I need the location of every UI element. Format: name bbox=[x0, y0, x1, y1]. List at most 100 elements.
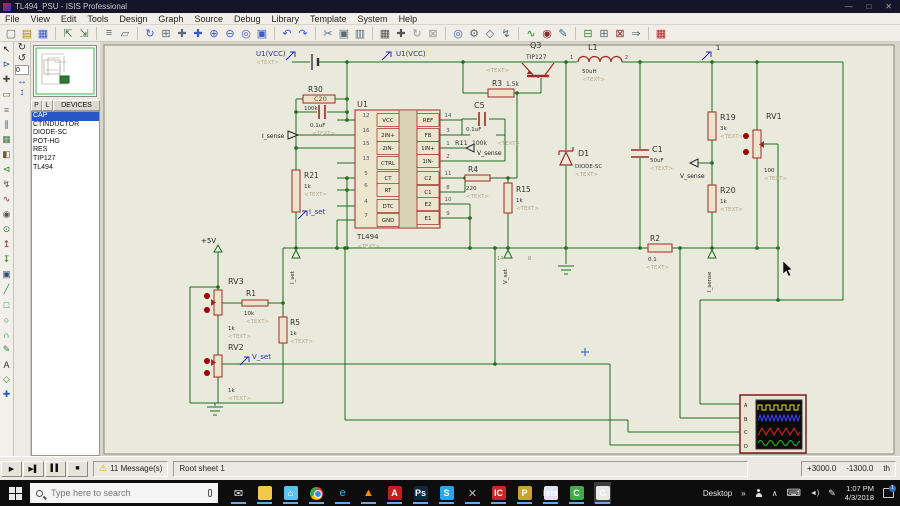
mail-icon[interactable]: ✉ bbox=[230, 482, 247, 504]
rotate-anticlockwise-icon[interactable]: ↺ bbox=[18, 53, 26, 64]
photoshop-icon[interactable]: Ps bbox=[412, 482, 429, 504]
device-pin-icon[interactable]: ↯ bbox=[0, 177, 13, 192]
generator-icon[interactable]: ⊙ bbox=[0, 222, 13, 237]
cut-icon[interactable]: ✂ bbox=[320, 26, 336, 41]
false-origin-icon[interactable]: ✚ bbox=[174, 26, 190, 41]
2d-arc-icon[interactable]: ∩ bbox=[0, 327, 13, 342]
device-list-item[interactable]: POT-HG bbox=[32, 138, 99, 147]
menu-item[interactable]: View bbox=[31, 14, 50, 24]
import-section-icon[interactable]: ⇱ bbox=[60, 26, 76, 41]
start-button[interactable] bbox=[0, 480, 30, 506]
people-icon[interactable] bbox=[755, 489, 763, 497]
mirror-vertical-icon[interactable]: ↕ bbox=[20, 87, 25, 98]
hidden-icons-chevron[interactable]: ∧ bbox=[772, 489, 778, 498]
wire-autorouter-icon[interactable]: ∿ bbox=[523, 26, 539, 41]
buses-icon[interactable]: ∥ bbox=[0, 117, 13, 132]
tape-recorder-icon[interactable]: ◉ bbox=[0, 207, 13, 222]
menu-item[interactable]: Edit bbox=[61, 14, 77, 24]
toolbar-overflow-icon[interactable]: » bbox=[741, 489, 745, 498]
make-device-icon[interactable]: ⚙ bbox=[466, 26, 482, 41]
mirror-horizontal-icon[interactable]: ↔ bbox=[17, 76, 27, 87]
menu-item[interactable]: Tools bbox=[87, 14, 108, 24]
device-list-item[interactable]: DIODE-SC bbox=[32, 129, 99, 138]
current-probe-icon[interactable]: ↧ bbox=[0, 252, 13, 267]
toggle-grid-icon[interactable]: ⊞ bbox=[158, 26, 174, 41]
2d-marker-icon[interactable]: ✚ bbox=[0, 387, 13, 402]
chrome-icon[interactable] bbox=[308, 482, 325, 504]
acrobat-icon[interactable]: A bbox=[386, 482, 403, 504]
menu-item[interactable]: Graph bbox=[158, 14, 183, 24]
search-tag-icon[interactable]: ◉ bbox=[539, 26, 555, 41]
2d-box-icon[interactable]: □ bbox=[0, 297, 13, 312]
device-icon[interactable]: ◧ bbox=[0, 147, 13, 162]
block-move-icon[interactable]: ✚ bbox=[393, 26, 409, 41]
zoom-in-icon[interactable]: ⊕ bbox=[206, 26, 222, 41]
block-delete-icon[interactable]: ⊠ bbox=[425, 26, 441, 41]
maximize-button[interactable]: □ bbox=[866, 2, 871, 11]
selection-mode-icon[interactable]: ↖ bbox=[0, 42, 13, 57]
pen-icon[interactable]: ✎ bbox=[828, 488, 836, 499]
copy-icon[interactable]: ▣ bbox=[336, 26, 352, 41]
undo-icon[interactable]: ↶ bbox=[279, 26, 295, 41]
2d-text-icon[interactable]: A bbox=[0, 357, 13, 372]
packaging-tool-icon[interactable]: ◇ bbox=[482, 26, 498, 41]
menu-item[interactable]: Source bbox=[194, 14, 223, 24]
pause-button[interactable]: ▌▌ bbox=[45, 460, 66, 477]
mark-output-area-icon[interactable]: ▱ bbox=[117, 26, 133, 41]
block-copy-icon[interactable]: ▦ bbox=[377, 26, 393, 41]
menu-item[interactable]: Template bbox=[310, 14, 347, 24]
menu-item[interactable]: System bbox=[358, 14, 388, 24]
text-script-icon[interactable]: ≡ bbox=[0, 102, 13, 117]
decompose-icon[interactable]: ↯ bbox=[498, 26, 514, 41]
redraw-icon[interactable]: ↻ bbox=[142, 26, 158, 41]
pick-parts-icon[interactable]: ◎ bbox=[450, 26, 466, 41]
open-design-icon[interactable]: ▤ bbox=[19, 26, 35, 41]
virtual-instrument-icon[interactable]: ▣ bbox=[0, 267, 13, 282]
2d-line-icon[interactable]: ╱ bbox=[0, 282, 13, 297]
ic-app-icon[interactable]: IC bbox=[490, 482, 507, 504]
schematic-editor[interactable]: VCC 2IN+ 2IN- CTRL CT RT DTC GND REF FB … bbox=[100, 41, 900, 456]
step-button[interactable]: ▶▌ bbox=[23, 460, 44, 477]
rotation-angle-field[interactable] bbox=[15, 65, 29, 75]
oscilloscope[interactable]: A B C D bbox=[739, 394, 807, 454]
print-icon[interactable]: ≡ bbox=[101, 26, 117, 41]
property-assignment-icon[interactable]: ✎ bbox=[555, 26, 571, 41]
device-list-item[interactable]: TL494 bbox=[32, 164, 99, 173]
stop-button[interactable]: ■ bbox=[67, 460, 88, 477]
paste-icon[interactable]: ▥ bbox=[352, 26, 368, 41]
menu-item[interactable]: Debug bbox=[234, 14, 261, 24]
graph-mode-icon[interactable]: ∿ bbox=[0, 192, 13, 207]
menu-item[interactable]: Help bbox=[399, 14, 418, 24]
center-at-cursor-icon[interactable]: ✚ bbox=[190, 26, 206, 41]
taskbar-search[interactable] bbox=[30, 483, 218, 503]
keyboard-icon[interactable]: ⌨ bbox=[787, 488, 801, 499]
new-design-icon[interactable]: ▢ bbox=[3, 26, 19, 41]
2d-path-icon[interactable]: ✎ bbox=[0, 342, 13, 357]
taskbar-clock[interactable]: 1:07 PM 4/3/2018 bbox=[845, 484, 874, 502]
library-button[interactable]: L bbox=[42, 100, 53, 111]
volume-icon[interactable]: ◄) bbox=[810, 490, 819, 497]
menu-item[interactable]: Design bbox=[119, 14, 147, 24]
camtasia-icon[interactable]: C bbox=[568, 482, 585, 504]
voltage-probe-icon[interactable]: ↥ bbox=[0, 237, 13, 252]
export-section-icon[interactable]: ⇲ bbox=[76, 26, 92, 41]
device-list-item[interactable]: CAP bbox=[32, 112, 99, 121]
skype-icon[interactable]: S bbox=[438, 482, 455, 504]
component-U1[interactable]: VCC 2IN+ 2IN- CTRL CT RT DTC GND REF FB … bbox=[354, 100, 452, 250]
zoom-out-icon[interactable]: ⊖ bbox=[222, 26, 238, 41]
file-explorer-icon[interactable] bbox=[256, 482, 273, 504]
message-panel[interactable]: ⚠ 11 Message(s) bbox=[93, 460, 169, 477]
terminal-icon[interactable]: ⊲ bbox=[0, 162, 13, 177]
block-rotate-icon[interactable]: ↻ bbox=[409, 26, 425, 41]
proteus-icon[interactable]: P bbox=[516, 482, 533, 504]
menu-item[interactable]: Library bbox=[272, 14, 300, 24]
2d-symbol-icon[interactable]: ◇ bbox=[0, 372, 13, 387]
save-design-icon[interactable]: ▦ bbox=[35, 26, 51, 41]
directx-icon[interactable]: ✕ bbox=[464, 482, 481, 504]
junction-dot-icon[interactable]: ✚ bbox=[0, 72, 13, 87]
device-list-item[interactable]: CTINDUCTOR bbox=[32, 121, 99, 130]
remove-sheet-icon[interactable]: ⊠ bbox=[612, 26, 628, 41]
device-list-item[interactable]: TIP127 bbox=[32, 155, 99, 164]
overview-preview[interactable] bbox=[33, 45, 97, 97]
zoom-all-icon[interactable]: ◎ bbox=[238, 26, 254, 41]
